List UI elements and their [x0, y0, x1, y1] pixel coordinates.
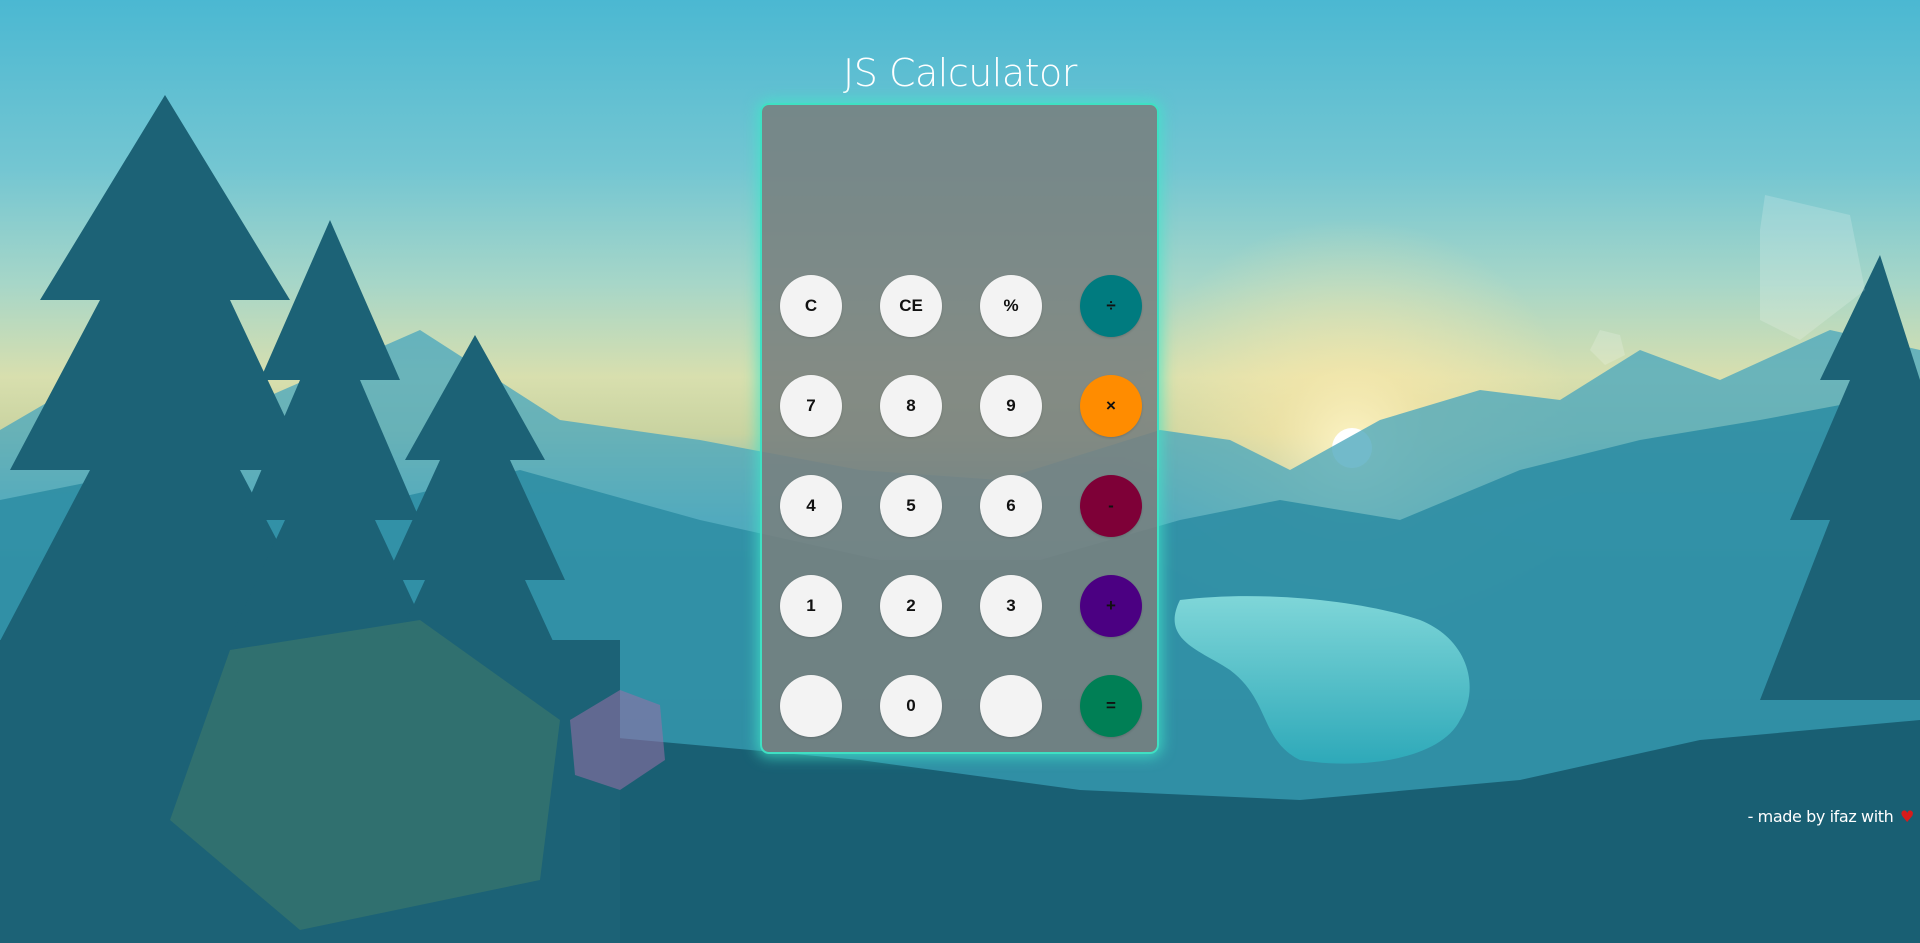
footer-credit: - made by ifaz with ♥ [1747, 807, 1915, 826]
multiply-button[interactable]: × [1080, 375, 1142, 437]
digit-5-button[interactable]: 5 [880, 475, 942, 537]
blank-right-button[interactable] [980, 675, 1042, 737]
subtract-button[interactable]: - [1080, 475, 1142, 537]
digit-6-button[interactable]: 6 [980, 475, 1042, 537]
digit-9-button[interactable]: 9 [980, 375, 1042, 437]
digit-8-button[interactable]: 8 [880, 375, 942, 437]
calculator-display [762, 105, 1157, 265]
keypad: C CE% ÷ 7 8 9 × 4 5 6- 1 2 3 +0 = [780, 275, 1142, 737]
add-button[interactable]: + [1080, 575, 1142, 637]
digit-3-button[interactable]: 3 [980, 575, 1042, 637]
clear-button[interactable]: C [780, 275, 842, 337]
digit-7-button[interactable]: 7 [780, 375, 842, 437]
footer-text: - made by ifaz with [1747, 807, 1894, 826]
digit-2-button[interactable]: 2 [880, 575, 942, 637]
blank-left-button[interactable] [780, 675, 842, 737]
page-title: JS Calculator [843, 51, 1077, 96]
digit-0-button[interactable]: 0 [880, 675, 942, 737]
digit-4-button[interactable]: 4 [780, 475, 842, 537]
clear-entry-button[interactable]: CE [880, 275, 942, 337]
calculator-panel: C CE% ÷ 7 8 9 × 4 5 6- 1 2 3 +0 = [760, 103, 1159, 754]
digit-1-button[interactable]: 1 [780, 575, 842, 637]
heart-icon: ♥ [1900, 807, 1914, 826]
percent-button[interactable]: % [980, 275, 1042, 337]
divide-button[interactable]: ÷ [1080, 275, 1142, 337]
equals-button[interactable]: = [1080, 675, 1142, 737]
